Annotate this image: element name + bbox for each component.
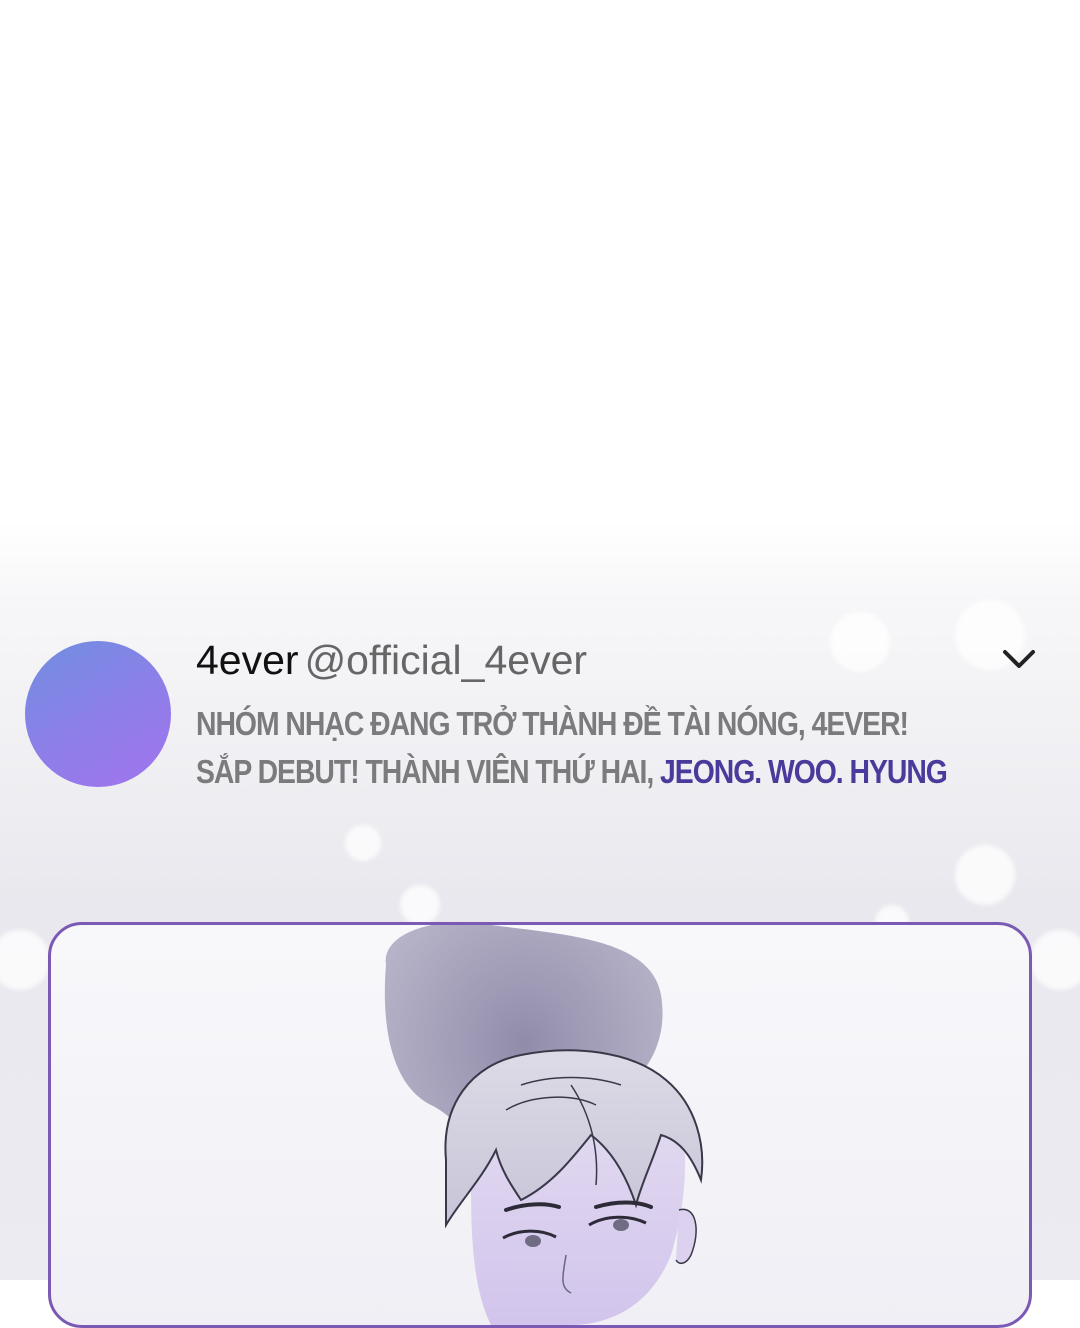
tweet-line-2: SẮP DEBUT! THÀNH VIÊN THỨ HAI, JEONG. WO…	[196, 748, 948, 796]
member-mention[interactable]: JEONG. WOO. HYUNG	[660, 753, 948, 790]
bokeh-light	[0, 930, 50, 990]
tweet-card[interactable]: 4ever @official_4ever NHÓM NHẠC ĐANG TRỞ …	[0, 620, 1080, 820]
bokeh-light	[955, 845, 1015, 905]
tweet-header: 4ever @official_4ever	[196, 636, 587, 684]
user-handle[interactable]: @official_4ever	[305, 637, 587, 683]
tweet-line-2-prefix: SẮP DEBUT! THÀNH VIÊN THỨ HAI,	[196, 753, 661, 790]
display-name[interactable]: 4ever	[196, 637, 299, 683]
tweet-line-1: NHÓM NHẠC ĐANG TRỞ THÀNH ĐỀ TÀI NÓNG, 4E…	[196, 705, 909, 742]
bokeh-light	[1030, 930, 1080, 990]
bokeh-light	[345, 825, 381, 861]
photo-panel	[48, 922, 1032, 1328]
tweet-text: NHÓM NHẠC ĐANG TRỞ THÀNH ĐỀ TÀI NÓNG, 4E…	[196, 700, 948, 796]
chevron-down-icon[interactable]	[999, 644, 1039, 674]
bokeh-light	[400, 885, 440, 925]
illustration-image	[384, 925, 704, 1325]
avatar[interactable]	[25, 641, 171, 787]
